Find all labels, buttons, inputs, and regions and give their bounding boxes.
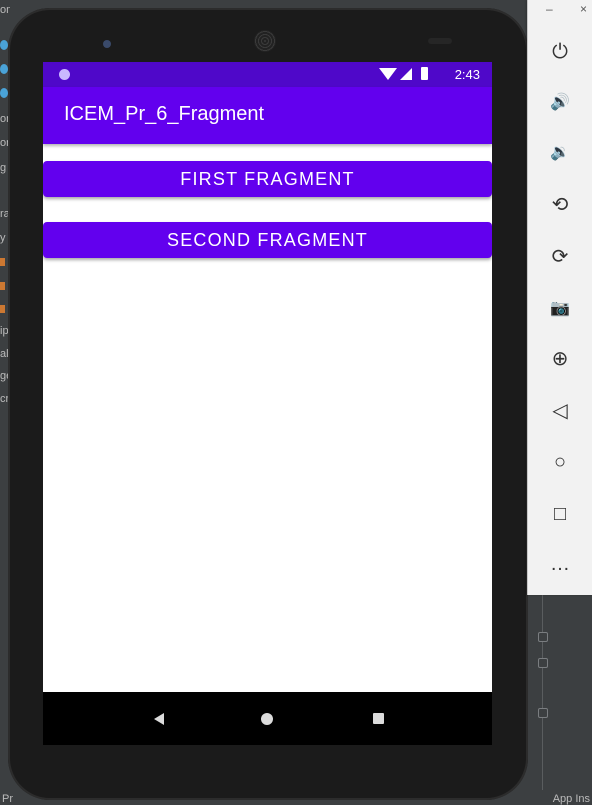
volume-down-icon[interactable]: 🔉 [544,136,576,168]
emulator-toolbar: – × ⏻ 🔊 🔉 ⟲ ⟳ 📷 ⊕ ◁ ○ □ … [527,0,592,595]
app-title: ICEM_Pr_6_Fragment [64,103,265,125]
overview-icon[interactable]: □ [544,498,576,530]
notification-icon [59,69,70,80]
back-icon[interactable]: ◁ [544,394,576,426]
speaker-grille-icon [254,30,276,52]
rotate-right-icon[interactable]: ⟳ [544,240,576,272]
ide-node-icon [538,658,548,668]
ide-app-inspection-tab[interactable]: App Ins [553,793,590,805]
battery-icon [421,67,428,80]
nav-home-icon[interactable] [261,713,273,725]
zoom-icon[interactable]: ⊕ [544,342,576,374]
ide-marker-icon [0,282,5,290]
status-time: 2:43 [454,67,480,82]
ide-text-fragment: y [0,232,6,244]
power-icon[interactable]: ⏻ [544,36,576,68]
front-camera-icon [103,40,111,48]
camera-icon[interactable]: 📷 [544,292,576,324]
ide-marker-icon [0,64,8,74]
minimize-button[interactable]: – [546,2,553,16]
ide-marker-icon [0,88,8,98]
ide-marker-icon [0,305,5,313]
ide-timeline [542,590,543,790]
nav-back-icon[interactable] [154,713,164,725]
app-bar: ICEM_Pr_6_Fragment [43,87,492,144]
status-bar: 2:43 [43,62,492,87]
ide-marker-icon [0,258,5,266]
ide-text-fragment: g [0,162,7,174]
signal-icon [400,67,412,80]
more-icon[interactable]: … [544,548,576,580]
close-button[interactable]: × [580,2,587,16]
emulator-phone-frame: 2:43 ICEM_Pr_6_Fragment FIRST FRAGMENT S… [8,8,528,800]
ide-text-fragment: om [0,4,10,16]
rotate-left-icon[interactable]: ⟲ [544,188,576,220]
nav-recents-icon[interactable] [373,713,384,724]
ide-bottom-left-label[interactable]: Pr [2,793,13,805]
navigation-bar [43,692,492,745]
device-screen[interactable]: 2:43 ICEM_Pr_6_Fragment FIRST FRAGMENT S… [43,62,492,745]
home-icon[interactable]: ○ [544,446,576,478]
ide-marker-icon [0,40,8,50]
volume-up-icon[interactable]: 🔊 [544,86,576,118]
wifi-icon [379,67,397,80]
ide-node-icon [538,708,548,718]
second-fragment-button[interactable]: SECOND FRAGMENT [43,222,492,258]
ide-node-icon [538,632,548,642]
proximity-sensor [428,38,452,44]
first-fragment-button[interactable]: FIRST FRAGMENT [43,161,492,197]
